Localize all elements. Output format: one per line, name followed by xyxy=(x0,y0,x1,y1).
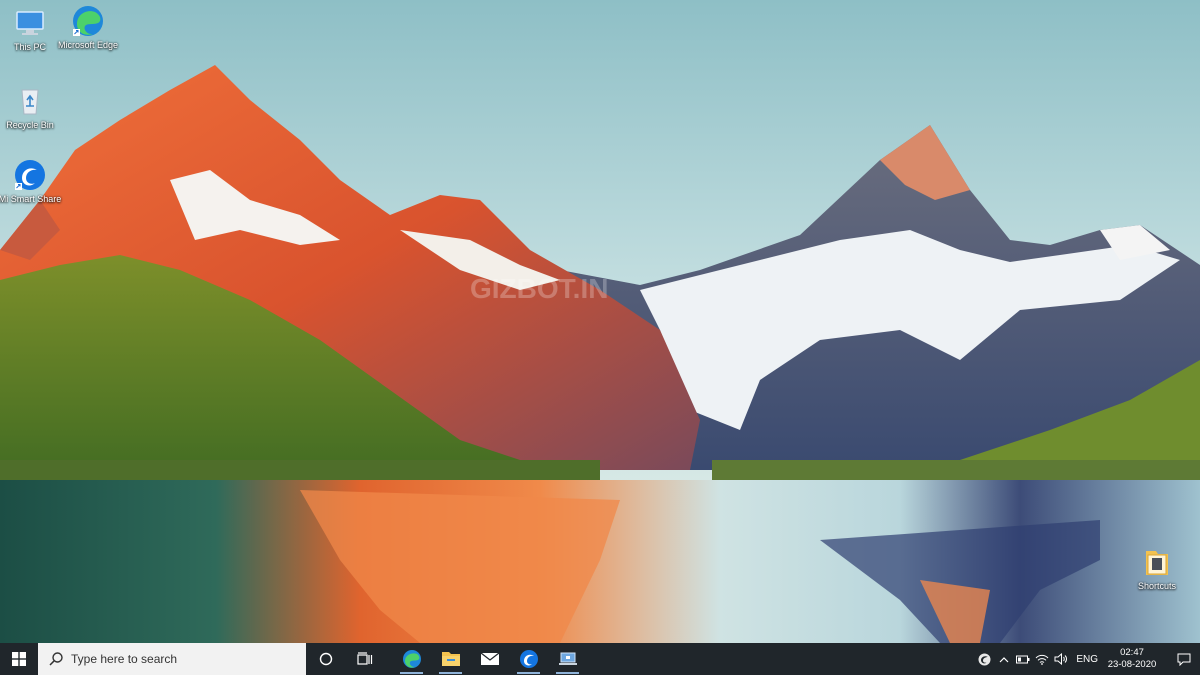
desktop-icon-label: Mi Smart Share xyxy=(0,194,62,204)
network-status[interactable] xyxy=(1032,643,1051,675)
chevron-up-icon xyxy=(999,656,1009,662)
cortana-button[interactable] xyxy=(306,643,345,675)
mi-smart-share-icon xyxy=(978,653,991,665)
taskbar-search-box[interactable]: Type here to search xyxy=(38,643,306,675)
speaker-icon xyxy=(1054,653,1067,665)
wifi-icon xyxy=(1035,654,1049,665)
edge-icon xyxy=(73,6,103,36)
taskbar-pin-network-share[interactable] xyxy=(548,643,587,675)
file-explorer-icon xyxy=(441,652,460,666)
taskbar-pin-mi-smart-share[interactable] xyxy=(509,643,548,675)
show-hidden-icons-button[interactable] xyxy=(994,643,1013,675)
battery-status[interactable] xyxy=(1013,643,1032,675)
input-language-indicator[interactable]: ENG xyxy=(1076,654,1098,665)
desktop-icon-label: Shortcuts xyxy=(1137,581,1177,591)
cortana-icon xyxy=(319,652,332,666)
mi-smart-share-icon xyxy=(519,650,538,668)
shortcuts-folder-icon xyxy=(1146,551,1168,575)
start-button[interactable] xyxy=(0,643,38,675)
network-share-icon xyxy=(558,652,577,665)
clock-date: 23-08-2020 xyxy=(1107,659,1157,670)
this-pc-icon xyxy=(16,11,44,35)
desktop-wallpaper: GIZBOT.IN xyxy=(0,0,1200,643)
mi-smart-share-icon xyxy=(15,160,45,190)
action-center-button[interactable] xyxy=(1168,643,1200,675)
mail-icon xyxy=(480,652,499,665)
battery-icon xyxy=(1015,655,1030,663)
search-icon xyxy=(49,652,63,666)
taskbar-pin-mail[interactable] xyxy=(470,643,509,675)
system-tray: ENG 02:47 23-08-2020 xyxy=(975,643,1200,675)
desktop-icon-label: Recycle Bin xyxy=(6,120,54,130)
desktop-icon-shortcuts[interactable]: Shortcuts xyxy=(1125,545,1189,592)
search-placeholder: Type here to search xyxy=(71,652,178,666)
desktop-icon-mi-smart-share[interactable]: Mi Smart Share xyxy=(0,158,62,205)
edge-icon xyxy=(402,650,421,668)
desktop-icon-recycle-bin[interactable]: Recycle Bin xyxy=(0,84,62,131)
notification-icon xyxy=(1177,653,1191,666)
windows-logo-icon xyxy=(12,652,26,666)
desktop-icon-label: This PC xyxy=(13,42,46,52)
taskbar-pin-edge[interactable] xyxy=(392,643,431,675)
taskbar: Type here to search ENG 02:47 23-08-2020 xyxy=(0,643,1200,675)
wallpaper-watermark: GIZBOT.IN xyxy=(470,273,608,304)
task-view-button[interactable] xyxy=(345,643,384,675)
desktop-icon-this-pc[interactable]: This PC xyxy=(0,6,62,53)
desktop-icon-microsoft-edge[interactable]: Microsoft Edge xyxy=(56,4,120,51)
recycle-bin-icon xyxy=(21,89,39,115)
volume-control[interactable] xyxy=(1051,643,1070,675)
clock-time: 02:47 xyxy=(1120,647,1144,658)
tray-app-icon[interactable] xyxy=(975,643,994,675)
desktop-icon-label: Microsoft Edge xyxy=(57,40,119,50)
taskbar-pin-file-explorer[interactable] xyxy=(431,643,470,675)
task-view-icon xyxy=(356,652,372,665)
clock[interactable]: 02:47 23-08-2020 xyxy=(1106,647,1158,671)
